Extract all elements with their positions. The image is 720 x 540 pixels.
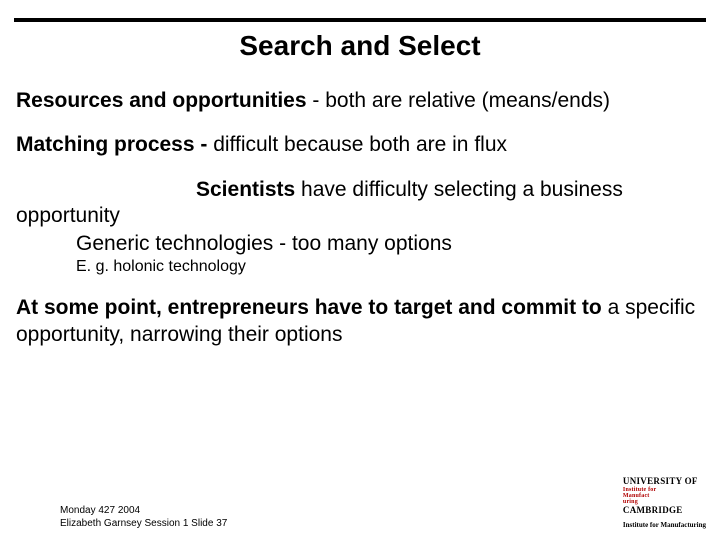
lead-resources: Resources and opportunities <box>16 89 307 112</box>
slide-body: Resources and opportunities - both are r… <box>16 88 704 348</box>
slide-title: Search and Select <box>0 30 720 62</box>
lead-commit: At some point, entrepreneurs have to tar… <box>16 296 602 319</box>
rest-resources: - both are relative (means/ends) <box>307 89 610 112</box>
para-scientists-line1: Scientists have difficulty selecting a b… <box>16 178 623 227</box>
top-rule <box>14 18 706 22</box>
footer-author-slide: Elizabeth Garnsey Session 1 Slide 37 <box>60 518 227 531</box>
footer-date: Monday 427 2004 <box>60 505 227 518</box>
uni-cambridge: CAMBRIDGE <box>623 505 706 517</box>
lead-scientists: Scientists <box>196 178 295 201</box>
rest-scientists: have difficulty selecting a business opp… <box>16 178 623 227</box>
para-scientists-wrap: Scientists have difficulty selecting a b… <box>16 177 704 230</box>
uni-top: UNIVERSITY OF <box>623 476 706 488</box>
rest-matching: difficult because both are in flux <box>213 133 507 156</box>
para-commit: At some point, entrepreneurs have to tar… <box>16 295 704 348</box>
para-generic: Generic technologies - too many options <box>16 231 704 257</box>
uni-institute: Institute for Manufacturing <box>623 521 706 530</box>
lead-matching: Matching process - <box>16 133 213 156</box>
university-branding: UNIVERSITY OF Institute for Manufact uri… <box>623 476 706 530</box>
para-example: E. g. holonic technology <box>16 257 704 277</box>
para-resources: Resources and opportunities - both are r… <box>16 88 704 114</box>
para-matching: Matching process - difficult because bot… <box>16 132 704 158</box>
footer-meta: Monday 427 2004 Elizabeth Garnsey Sessio… <box>60 505 227 530</box>
